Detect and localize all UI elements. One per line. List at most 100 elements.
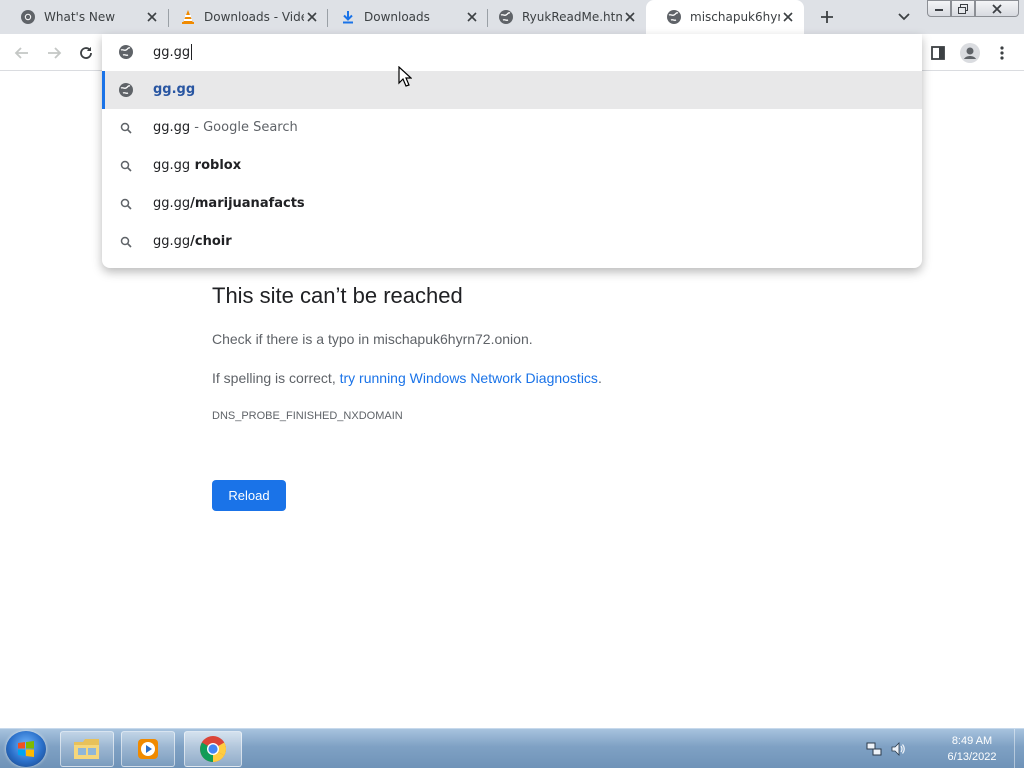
tab-mischapuk-active[interactable]: mischapuk6hyrn7 (646, 0, 804, 34)
close-icon[interactable] (780, 9, 796, 25)
tab-title: Downloads (364, 10, 430, 24)
folder-icon (74, 739, 99, 759)
minimize-icon (935, 8, 943, 11)
error-title: This site can’t be reached (212, 283, 463, 308)
close-icon[interactable] (144, 9, 160, 25)
tab-title: RyukReadMe.html (522, 10, 622, 24)
browser-window: What's New Downloads - Vide Downloads Ry… (0, 0, 1024, 768)
taskbar: 8:49 AM 6/13/2022 (0, 728, 1024, 768)
reload-toolbar-button[interactable] (74, 41, 98, 65)
suggestion-row[interactable]: gg.gg/choir (102, 223, 922, 261)
menu-button[interactable] (990, 41, 1014, 65)
suggestion-hint: - Google Search (194, 120, 298, 135)
mouse-cursor-icon (398, 66, 412, 87)
suggestion-text: gg.gg (153, 82, 195, 97)
forward-button[interactable] (42, 41, 66, 65)
spelling-prefix: If spelling is correct, (212, 370, 340, 386)
typo-suffix: . (528, 331, 533, 347)
close-icon[interactable] (622, 9, 638, 25)
spelling-message: If spelling is correct, try running Wind… (212, 370, 602, 386)
vlc-cone-icon (180, 9, 196, 25)
globe-icon (118, 82, 134, 98)
text-caret (191, 44, 193, 60)
system-clock[interactable]: 8:49 AM 6/13/2022 (932, 733, 1012, 765)
suggestion-completion: /choir (190, 234, 232, 249)
typo-message: Check if there is a typo in mischapuk6hy… (212, 331, 533, 347)
suggestion-row[interactable]: gg.gg (102, 71, 922, 109)
arrow-left-icon (14, 47, 28, 59)
suggestion-text: gg.gg roblox (153, 158, 241, 173)
close-window-button[interactable] (975, 0, 1019, 17)
profile-button[interactable] (958, 41, 982, 65)
tab-title: mischapuk6hyrn7 (690, 10, 780, 24)
suggestion-query: gg.gg (153, 196, 191, 211)
refresh-icon (80, 47, 92, 59)
address-bar[interactable]: gg.gg (102, 34, 922, 71)
globe-icon (666, 9, 682, 25)
suggestion-row[interactable]: gg.gg - Google Search (102, 109, 922, 147)
suggestion-query: gg.gg (153, 234, 191, 249)
tab-downloads[interactable]: Downloads (320, 0, 488, 34)
side-panel-button[interactable] (926, 41, 950, 65)
globe-icon (118, 44, 134, 60)
tab-whats-new[interactable]: What's New (0, 0, 168, 34)
typo-prefix: Check if there is a typo in (212, 331, 374, 347)
address-input[interactable]: gg.gg (153, 44, 193, 60)
chrome-icon (200, 736, 227, 763)
clock-date: 6/13/2022 (947, 751, 997, 763)
tab-search-button[interactable] (893, 6, 915, 28)
media-player-icon (138, 739, 158, 759)
minimize-button[interactable] (927, 0, 951, 17)
tab-strip: What's New Downloads - Vide Downloads Ry… (0, 0, 1024, 34)
suggestion-text: gg.gg/marijuanafacts (153, 196, 305, 211)
close-icon (992, 3, 1002, 14)
kebab-menu-icon (1000, 46, 1004, 60)
show-desktop-button[interactable] (1014, 729, 1024, 768)
suggestion-query: gg.gg (153, 158, 191, 173)
start-button[interactable] (6, 731, 46, 767)
suggestion-row[interactable]: gg.gg/marijuanafacts (102, 185, 922, 223)
taskbar-chrome[interactable] (184, 731, 242, 767)
globe-icon (498, 9, 514, 25)
window-controls (927, 0, 1019, 17)
omnibox-dropdown: gg.gg gg.gg gg.gg - Google Search gg.gg … (102, 34, 922, 268)
search-icon (118, 196, 134, 212)
taskbar-explorer[interactable] (60, 731, 114, 767)
chevron-down-icon (898, 13, 910, 21)
restore-button[interactable] (951, 0, 975, 17)
plus-icon (821, 11, 833, 23)
search-icon (118, 234, 134, 250)
search-icon (118, 120, 134, 136)
tab-ryuk-readme[interactable]: RyukReadMe.html (478, 0, 646, 34)
side-panel-icon (931, 46, 945, 60)
reload-button[interactable]: Reload (212, 480, 286, 511)
search-icon (118, 158, 134, 174)
suggestion-row[interactable]: gg.gg roblox (102, 147, 922, 185)
volume-icon[interactable] (890, 741, 906, 757)
back-button[interactable] (10, 41, 34, 65)
network-icon[interactable] (866, 741, 882, 757)
network-diagnostics-link[interactable]: try running Windows Network Diagnostics (340, 370, 598, 386)
error-domain: mischapuk6hyrn72.onion (373, 331, 529, 347)
suggestion-completion: roblox (190, 158, 242, 173)
taskbar-media-player[interactable] (121, 731, 175, 767)
new-tab-button[interactable] (815, 6, 839, 28)
windows-logo-icon (18, 741, 34, 757)
tab-title: What's New (44, 10, 116, 24)
tab-downloads-video[interactable]: Downloads - Vide (160, 0, 328, 34)
suggestion-text: gg.gg - Google Search (153, 120, 298, 135)
avatar-icon (960, 43, 980, 63)
clock-time: 8:49 AM (951, 735, 993, 747)
suggestion-url: gg.gg (153, 82, 196, 97)
suggestion-query: gg.gg (153, 120, 191, 135)
suggestion-completion: /marijuanafacts (190, 196, 305, 211)
arrow-right-icon (48, 47, 62, 59)
address-text: gg.gg (153, 44, 191, 60)
spelling-suffix: . (597, 370, 602, 386)
tab-title: Downloads - Vide (204, 10, 304, 24)
restore-icon (958, 3, 968, 14)
download-arrow-icon (340, 9, 356, 25)
suggestion-text: gg.gg/choir (153, 234, 232, 249)
close-icon[interactable] (304, 9, 320, 25)
error-code: DNS_PROBE_FINISHED_NXDOMAIN (212, 410, 403, 422)
